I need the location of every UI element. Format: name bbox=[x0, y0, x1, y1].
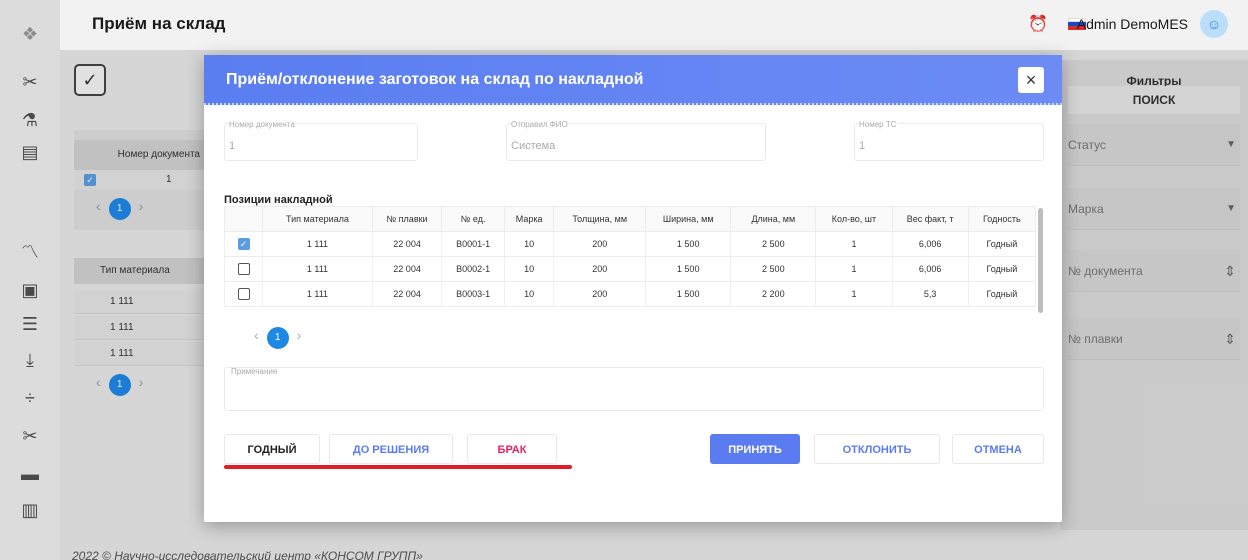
accept-button[interactable]: ПРИНЯТЬ bbox=[710, 434, 800, 464]
cell-suitability: Годный bbox=[967, 256, 1037, 282]
split-icon[interactable]: ÷ bbox=[18, 386, 42, 410]
column-header[interactable]: Длина, мм bbox=[730, 206, 817, 232]
cell-thickness: 200 bbox=[553, 231, 647, 257]
highlight-underline bbox=[224, 465, 572, 469]
cell-quantity: 1 bbox=[815, 281, 893, 307]
note-field[interactable]: Примечание bbox=[224, 367, 1044, 411]
cell-thickness: 200 bbox=[553, 256, 647, 282]
dialog-title: Приём/отклонение заготовок на склад по н… bbox=[226, 71, 644, 88]
column-header[interactable]: № ед. bbox=[441, 206, 505, 232]
topbar: Приём на склад ⏰ Admin DemoMES ☺ bbox=[60, 0, 1248, 50]
archive-icon[interactable]: ▤ bbox=[18, 140, 42, 164]
cell-width: 1 500 bbox=[645, 231, 732, 257]
positions-title: Позиции накладной bbox=[224, 194, 333, 206]
cell-suitability: Годный bbox=[967, 281, 1037, 307]
dialog-header: Приём/отклонение заготовок на склад по н… bbox=[204, 55, 1062, 105]
field-label: Примечание bbox=[231, 367, 278, 376]
field-value: Система bbox=[511, 140, 556, 152]
sidebar: ❖ ✂ ⚗ ▤ 〽 ▣ ☰ ⤓ ÷ ✂ ▬ ▥ bbox=[0, 0, 60, 560]
pending-decision-button[interactable]: ДО РЕШЕНИЯ bbox=[329, 434, 453, 464]
column-header[interactable]: Тип материала bbox=[262, 206, 373, 232]
download-icon[interactable]: ⤓ bbox=[18, 348, 42, 372]
prev-page-icon[interactable]: ‹ bbox=[254, 327, 259, 343]
cell-unit-number: B0001-1 bbox=[441, 231, 505, 257]
cell-unit-number: B0003-1 bbox=[441, 281, 505, 307]
cell-weight: 5,3 bbox=[891, 281, 969, 307]
checkbox-column-header bbox=[223, 206, 264, 232]
field-label: Номер ТС bbox=[859, 120, 897, 129]
column-header[interactable]: Годность bbox=[967, 206, 1037, 232]
good-button[interactable]: ГОДНЫЙ bbox=[224, 434, 320, 464]
page-title: Приём на склад bbox=[92, 14, 226, 33]
truck-icon[interactable]: ▬ bbox=[18, 462, 42, 486]
next-page-icon[interactable]: › bbox=[297, 327, 302, 343]
positions-table: Тип материала № плавки № ед. Марка Толщи… bbox=[223, 206, 1037, 307]
cell-quantity: 1 bbox=[815, 256, 893, 282]
cell-material-type: 1 111 bbox=[262, 281, 373, 307]
sender-name-field[interactable]: Отправил ФИО Система bbox=[506, 120, 766, 161]
cell-material-type: 1 111 bbox=[262, 231, 373, 257]
column-header[interactable]: № плавки bbox=[371, 206, 443, 232]
table-row[interactable]: 1 111 22 004 B0003-1 10 200 1 500 2 200 … bbox=[223, 281, 1037, 307]
monitor-icon[interactable]: ▣ bbox=[18, 278, 42, 302]
close-icon[interactable]: × bbox=[1018, 67, 1044, 93]
cell-width: 1 500 bbox=[645, 256, 732, 282]
field-value: 1 bbox=[229, 140, 236, 152]
cell-length: 2 200 bbox=[730, 281, 817, 307]
column-header[interactable]: Марка bbox=[503, 206, 555, 232]
cell-grade: 10 bbox=[503, 281, 555, 307]
row-checkbox[interactable] bbox=[237, 263, 250, 275]
table-scrollbar[interactable] bbox=[1038, 208, 1043, 313]
cancel-button[interactable]: ОТМЕНА bbox=[952, 434, 1044, 464]
cell-heat-number: 22 004 bbox=[371, 231, 443, 257]
cell-material-type: 1 111 bbox=[262, 256, 373, 282]
avatar-icon[interactable]: ☺ bbox=[1200, 10, 1228, 38]
cell-weight: 6,006 bbox=[891, 231, 969, 257]
cell-grade: 10 bbox=[503, 231, 555, 257]
bell-icon[interactable]: ⏰ bbox=[1028, 14, 1048, 34]
cell-grade: 10 bbox=[503, 256, 555, 282]
column-header[interactable]: Вес факт, т bbox=[891, 206, 969, 232]
cell-length: 2 500 bbox=[730, 256, 817, 282]
table-header-row: Тип материала № плавки № ед. Марка Толщи… bbox=[223, 206, 1037, 232]
table-row[interactable]: ✓ 1 111 22 004 B0001-1 10 200 1 500 2 50… bbox=[223, 231, 1037, 257]
cell-unit-number: B0002-1 bbox=[441, 256, 505, 282]
row-checkbox[interactable] bbox=[237, 288, 250, 300]
cell-width: 1 500 bbox=[645, 281, 732, 307]
cell-heat-number: 22 004 bbox=[371, 256, 443, 282]
column-header[interactable]: Кол-во, шт bbox=[815, 206, 893, 232]
vehicle-number-field[interactable]: Номер ТС 1 bbox=[854, 120, 1044, 161]
pagination: ‹ 1 › bbox=[254, 327, 301, 349]
cell-length: 2 500 bbox=[730, 231, 817, 257]
book-icon[interactable]: ▥ bbox=[18, 498, 42, 522]
cell-thickness: 200 bbox=[553, 281, 647, 307]
column-header[interactable]: Ширина, мм bbox=[645, 206, 732, 232]
scissors2-icon[interactable]: ✂ bbox=[18, 424, 42, 448]
cell-weight: 6,006 bbox=[891, 256, 969, 282]
defect-button[interactable]: БРАК bbox=[467, 434, 557, 464]
cell-quantity: 1 bbox=[815, 231, 893, 257]
cell-heat-number: 22 004 bbox=[371, 281, 443, 307]
row-checkbox-checked[interactable]: ✓ bbox=[237, 238, 250, 250]
list-icon[interactable]: ☰ bbox=[18, 312, 42, 336]
field-label: Отправил ФИО bbox=[511, 120, 568, 129]
receive-reject-dialog: Приём/отклонение заготовок на склад по н… bbox=[204, 55, 1062, 522]
page-number[interactable]: 1 bbox=[266, 327, 289, 349]
document-number-field[interactable]: Номер документа 1 bbox=[224, 120, 418, 161]
field-value: 1 bbox=[859, 140, 866, 152]
field-label: Номер документа bbox=[229, 120, 295, 129]
cell-suitability: Годный bbox=[967, 231, 1037, 257]
table-row[interactable]: 1 111 22 004 B0002-1 10 200 1 500 2 500 … bbox=[223, 256, 1037, 282]
scissors-icon[interactable]: ✂ bbox=[18, 70, 42, 94]
logo-icon[interactable]: ❖ bbox=[18, 22, 42, 46]
decline-button[interactable]: ОТКЛОНИТЬ bbox=[814, 434, 940, 464]
user-name[interactable]: Admin DemoMES bbox=[1077, 16, 1188, 32]
chart-icon[interactable]: 〽 bbox=[18, 240, 42, 264]
flask-icon[interactable]: ⚗ bbox=[18, 108, 42, 132]
column-header[interactable]: Толщина, мм bbox=[553, 206, 647, 232]
